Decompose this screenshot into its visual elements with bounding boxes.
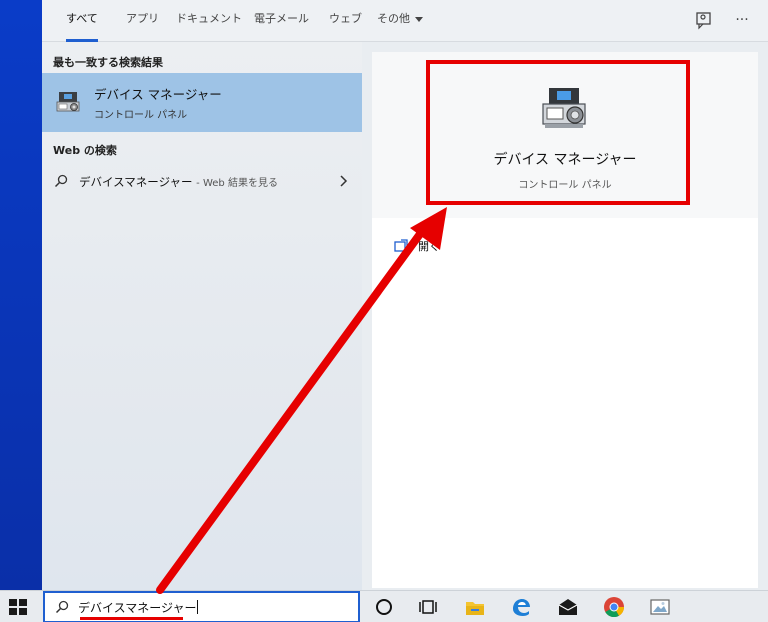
task-view-icon[interactable]: [416, 595, 440, 619]
web-search-heading: Web の検索: [53, 144, 117, 157]
search-icon: [54, 174, 68, 188]
tab-documents[interactable]: ドキュメント: [176, 0, 242, 42]
search-input-value: デバイスマネージャー: [78, 601, 197, 615]
chrome-icon[interactable]: [602, 595, 626, 619]
web-search-result[interactable]: デバイスマネージャー - Web 結果を見る: [42, 166, 362, 196]
start-icon[interactable]: [8, 598, 28, 616]
highlight-box: [426, 60, 690, 205]
text-caret: [197, 600, 199, 614]
web-result-suffix: - Web 結果を見る: [196, 178, 278, 189]
photos-icon[interactable]: [648, 595, 672, 619]
tab-more-label: その他: [377, 12, 410, 25]
best-match-heading: 最も一致する検索結果: [53, 56, 163, 69]
tab-email[interactable]: 電子メール: [254, 0, 309, 42]
edge-icon[interactable]: [509, 595, 533, 619]
open-icon: [394, 239, 408, 252]
chevron-right-icon[interactable]: [338, 174, 348, 188]
results-list: 最も一致する検索結果 デバイス マネージャー コントロール パネル Web の検…: [42, 42, 362, 590]
file-explorer-icon[interactable]: [463, 595, 487, 619]
tab-bar: すべて アプリ ドキュメント 電子メール ウェブ その他 ···: [42, 0, 768, 42]
tab-more[interactable]: その他: [377, 0, 423, 42]
feedback-icon[interactable]: [692, 8, 716, 32]
best-match-title: デバイス マネージャー: [94, 87, 222, 102]
best-match-result[interactable]: デバイス マネージャー コントロール パネル: [42, 73, 362, 132]
search-icon: [55, 600, 69, 614]
more-options-icon[interactable]: ···: [730, 8, 754, 32]
tab-web[interactable]: ウェブ: [329, 0, 362, 42]
cortana-icon[interactable]: [372, 595, 396, 619]
desktop-background: [0, 0, 42, 590]
mail-icon[interactable]: [556, 595, 580, 619]
device-manager-icon: [56, 92, 80, 112]
chevron-down-icon: [415, 16, 423, 22]
web-query-text: デバイスマネージャー: [79, 175, 193, 189]
red-underline-annotation: [80, 617, 183, 620]
open-label: 開く: [418, 240, 440, 253]
tab-all[interactable]: すべて: [66, 0, 98, 42]
tab-apps[interactable]: アプリ: [126, 0, 159, 42]
best-match-subtitle: コントロール パネル: [94, 110, 188, 121]
